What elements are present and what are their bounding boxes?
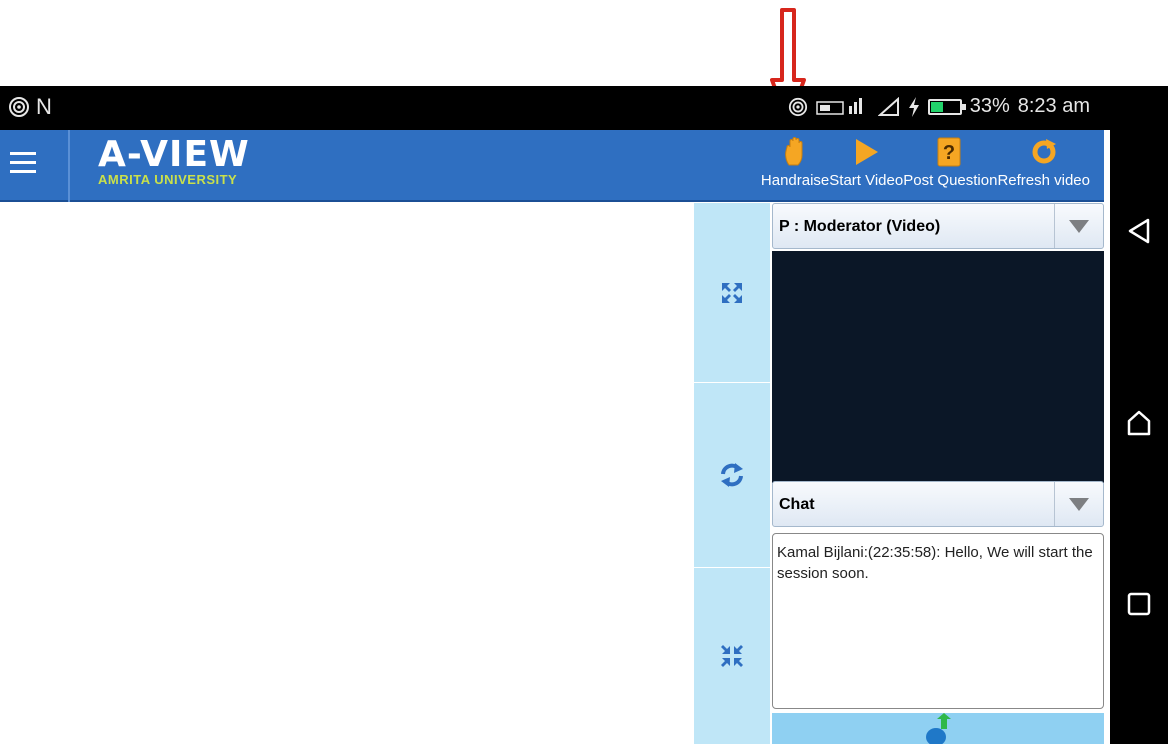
video-source-select[interactable]: P : Moderator (Video) [772, 203, 1104, 249]
handraise-label: Handraise [760, 172, 830, 189]
chevron-down-icon [1069, 220, 1089, 233]
recents-icon [1127, 592, 1151, 616]
screen: N 33% 8:23 am A-VIEW AMRITA UNIVERSITY H… [0, 0, 1168, 744]
start-video-button[interactable]: Start Video [829, 134, 903, 189]
app-logo: A-VIEW AMRITA UNIVERSITY [98, 134, 250, 188]
header-toolbar: Handraise Start Video ? Post Question Re… [761, 134, 1090, 189]
refresh-icon [1032, 139, 1056, 164]
status-left: N [8, 94, 52, 120]
chat-mode-value: Chat [779, 496, 815, 513]
send-message-button[interactable] [772, 713, 1104, 744]
post-question-label: Post Question [903, 172, 998, 189]
chat-message: Kamal Bijlani:(22:35:58): Hello, We will… [777, 544, 1093, 582]
wifi-icon [877, 96, 899, 116]
control-strip [694, 203, 770, 744]
hand-icon [785, 137, 803, 166]
send-message-icon [926, 713, 951, 744]
battery-icon [927, 98, 966, 115]
header-divider [68, 130, 70, 202]
hotspot-icon [9, 97, 29, 117]
home-button[interactable] [1124, 408, 1154, 438]
expand-arrows-icon [722, 282, 742, 303]
back-icon [1128, 218, 1150, 244]
start-video-label: Start Video [829, 172, 904, 189]
post-question-button[interactable]: ? Post Question [903, 134, 997, 189]
video-source-value: P : Moderator (Video) [779, 218, 941, 235]
swap-button[interactable] [694, 383, 770, 568]
menu-icon[interactable] [10, 152, 36, 176]
home-icon [1127, 410, 1151, 436]
status-bar: N 33% 8:23 am [0, 86, 1110, 130]
play-icon [856, 139, 879, 165]
chat-mode-select[interactable]: Chat [772, 481, 1104, 527]
hotspot-icon [788, 97, 807, 116]
lte-signal-icon [815, 97, 862, 115]
refresh-video-label: Refresh video [997, 172, 1090, 189]
back-button[interactable] [1124, 216, 1154, 246]
refresh-video-button[interactable]: Refresh video [997, 134, 1090, 189]
dropdown-separator [1054, 482, 1055, 526]
swap-arrows-icon [721, 463, 743, 487]
chevron-down-icon [1069, 498, 1089, 511]
handraise-button[interactable]: Handraise [761, 134, 829, 189]
notification-n-label: N [36, 94, 52, 119]
app-subtitle: AMRITA UNIVERSITY [98, 172, 238, 187]
recents-button[interactable] [1124, 589, 1154, 619]
collapse-arrows-icon [721, 645, 743, 667]
expand-button[interactable] [694, 203, 770, 383]
collapse-button[interactable] [694, 568, 770, 744]
svg-text:?: ? [943, 142, 955, 164]
dropdown-separator [1054, 204, 1055, 248]
app-header: A-VIEW AMRITA UNIVERSITY Handraise Start [0, 130, 1104, 202]
side-panel: P : Moderator (Video) Chat Kamal Bijlani… [770, 203, 1104, 744]
app-title: A-VIEW [98, 134, 250, 175]
system-nav-bar [1110, 86, 1168, 744]
whiteboard-area[interactable] [0, 203, 694, 744]
status-right: 33% 8:23 am [788, 95, 1090, 118]
chat-messages[interactable]: Kamal Bijlani:(22:35:58): Hello, We will… [772, 533, 1104, 709]
battery-percent: 33% [969, 95, 1010, 117]
video-viewport[interactable] [772, 251, 1104, 483]
clock: 8:23 am [1017, 95, 1090, 117]
charging-icon [908, 96, 919, 117]
question-icon: ? [937, 137, 961, 167]
